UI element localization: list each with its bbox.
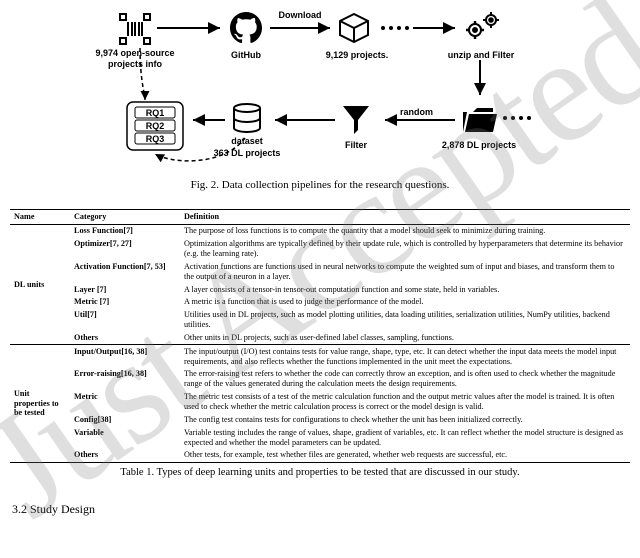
category-cell: Activation Function[7, 53]: [70, 260, 180, 283]
definition-cell: A metric is a function that is used to j…: [180, 296, 630, 309]
category-cell: Layer [7]: [70, 283, 180, 296]
svg-text:RQ2: RQ2: [146, 121, 165, 131]
table-row: Config[38]The config test contains tests…: [10, 413, 630, 426]
table-row: Error-raising[16, 38]The error-raising t…: [10, 368, 630, 391]
table-row: Activation Function[7, 53]Activation fun…: [10, 260, 630, 283]
svg-text:RQ3: RQ3: [146, 134, 165, 144]
svg-text:dataset: dataset: [231, 136, 263, 146]
table-row: DL unitsLoss Function[7]The purpose of l…: [10, 224, 630, 237]
definition-cell: Optimization algorithms are typically de…: [180, 238, 630, 261]
table-caption: Table 1. Types of deep learning units an…: [0, 467, 640, 478]
table-row: MetricThe metric test consists of a test…: [10, 391, 630, 414]
svg-text:random: random: [400, 107, 433, 117]
svg-text:9,129 projects.: 9,129 projects.: [326, 50, 389, 60]
category-cell: Util[7]: [70, 309, 180, 332]
category-cell: Metric: [70, 391, 180, 414]
category-cell: Others: [70, 449, 180, 462]
svg-text:GitHub: GitHub: [231, 50, 261, 60]
table-row: Util[7]Utilities used in DL projects, su…: [10, 309, 630, 332]
group-name-cell: Unit properties to be tested: [10, 345, 70, 462]
svg-text:RQ1: RQ1: [146, 108, 165, 118]
header-name: Name: [10, 210, 70, 225]
svg-text:2,878 DL projects: 2,878 DL projects: [442, 140, 516, 150]
category-cell: Loss Function[7]: [70, 224, 180, 237]
definition-cell: The config test contains tests for confi…: [180, 413, 630, 426]
svg-text:9,974 open-source: 9,974 open-source: [95, 48, 174, 58]
definition-cell: Variable testing includes the range of v…: [180, 426, 630, 449]
section-heading: 3.2 Study Design: [12, 502, 640, 517]
svg-text:unzip and Filter: unzip and Filter: [448, 50, 515, 60]
table-row: Metric [7]A metric is a function that is…: [10, 296, 630, 309]
definition-cell: The input/output (I/O) test contains tes…: [180, 345, 630, 368]
category-cell: Others: [70, 331, 180, 344]
definition-cell: Utilities used in DL projects, such as m…: [180, 309, 630, 332]
category-cell: Error-raising[16, 38]: [70, 368, 180, 391]
figure-caption: Fig. 2. Data collection pipelines for th…: [0, 179, 640, 191]
definition-cell: The error-raising test refers to whether…: [180, 368, 630, 391]
category-cell: Variable: [70, 426, 180, 449]
category-cell: Config[38]: [70, 413, 180, 426]
definition-cell: A layer consists of a tensor-in tensor-o…: [180, 283, 630, 296]
header-category: Category: [70, 210, 180, 225]
group-name-cell: DL units: [10, 224, 70, 344]
table-row: Unit properties to be testedInput/Output…: [10, 345, 630, 368]
svg-text:Filter: Filter: [345, 140, 368, 150]
definition-cell: Other tests, for example, test whether f…: [180, 449, 630, 462]
table-row: OthersOther tests, for example, test whe…: [10, 449, 630, 462]
category-cell: Input/Output[16, 38]: [70, 345, 180, 368]
table-row: Optimizer[7, 27]Optimization algorithms …: [10, 238, 630, 261]
units-table: Name Category Definition DL unitsLoss Fu…: [10, 209, 630, 463]
definition-cell: Activation functions are functions used …: [180, 260, 630, 283]
table-row: VariableVariable testing includes the ra…: [10, 426, 630, 449]
svg-text:projects info: projects info: [108, 59, 163, 69]
pipeline-diagram: RQ1 RQ2 RQ3 Download 9,974 open-source p…: [0, 0, 640, 173]
category-cell: Optimizer[7, 27]: [70, 238, 180, 261]
definition-cell: The purpose of loss functions is to comp…: [180, 224, 630, 237]
definition-cell: The metric test consists of a test of th…: [180, 391, 630, 414]
svg-text:363 DL projects: 363 DL projects: [214, 148, 281, 158]
category-cell: Metric [7]: [70, 296, 180, 309]
table-row: Layer [7]A layer consists of a tensor-in…: [10, 283, 630, 296]
header-definition: Definition: [180, 210, 630, 225]
svg-text:Download: Download: [279, 10, 322, 20]
definition-cell: Other units in DL projects, such as user…: [180, 331, 630, 344]
table-row: OthersOther units in DL projects, such a…: [10, 331, 630, 344]
